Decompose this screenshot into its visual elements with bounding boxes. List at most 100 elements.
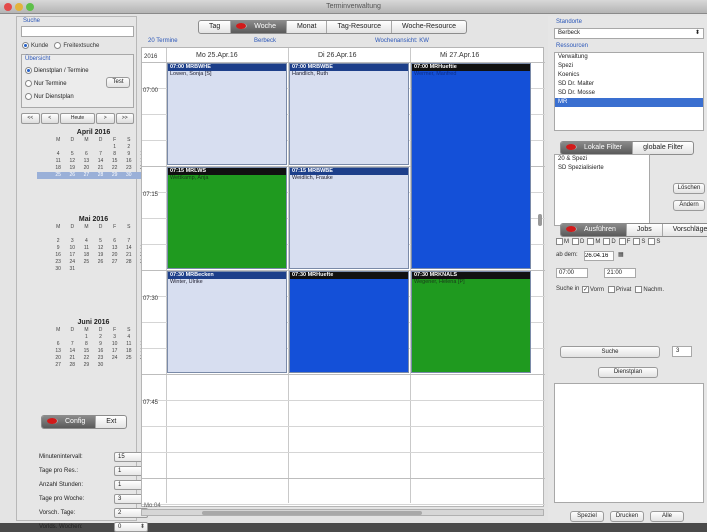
appointment[interactable]: 07:30 MRHuefte [289,271,409,373]
calendar-day[interactable]: 11 [122,341,136,348]
calendar-day[interactable] [65,334,79,341]
calendar-week-row[interactable]: 20212223242526 [37,355,150,362]
calendar-day[interactable]: 9 [94,341,108,348]
calendar-day[interactable]: 10 [108,341,122,348]
calendar-week-row[interactable]: 23242526272829 [37,259,150,266]
calendar-week-row[interactable]: 27 28 29 30 [37,362,150,369]
calendar-week-row[interactable]: 2345678 [37,238,150,245]
calendar-day[interactable]: 16 [94,348,108,355]
resource-item[interactable]: SD Dr. Mosse [555,89,703,98]
date-nav-button[interactable]: < [40,113,59,124]
calendar-day[interactable]: 22 [79,355,93,362]
test-button[interactable]: Test [106,77,130,88]
calendar-day[interactable]: 21 [94,165,108,172]
calendar-day[interactable]: 5 [65,151,79,158]
scrollbar-thumb[interactable] [202,511,422,515]
calendar-day[interactable]: 2 [51,238,65,245]
calendar-day[interactable]: 21 [65,355,79,362]
calendar-day[interactable] [37,266,51,273]
date-nav-button[interactable]: > [96,113,115,124]
calendar-day[interactable]: 12 [94,245,108,252]
calendar-day[interactable]: 13 [108,245,122,252]
calendar-day[interactable] [108,266,122,273]
resource-item[interactable]: MR [555,98,703,107]
calendar-day[interactable]: 12 [65,158,79,165]
calendar-day[interactable]: 24 [108,355,122,362]
calendar-day[interactable] [37,172,52,179]
calendar-day[interactable]: 8 [108,151,122,158]
weekday-checkbox[interactable] [648,238,656,245]
calendar-day[interactable] [37,348,51,355]
filter-tab[interactable]: globale Filter [633,142,693,154]
view-tab[interactable]: Tag-Resource [327,21,393,33]
calendar-day[interactable]: 18 [79,252,93,259]
calendar-day[interactable]: 28 [65,362,79,369]
calendar-day[interactable] [37,238,51,245]
special-button[interactable]: Speziel [570,511,604,522]
calendar-day[interactable]: 28 [93,172,108,179]
calendar-day[interactable] [37,341,51,348]
calendar-day[interactable]: 16 [51,252,65,259]
calendar-day[interactable]: 26 [65,172,80,179]
calendar-day[interactable]: 19 [94,252,108,259]
splitter-handle[interactable] [538,214,542,226]
all-button[interactable]: Alle [650,511,684,522]
weekday-checkbox[interactable] [618,238,626,245]
calendar-day[interactable]: 27 [51,362,65,369]
calendar-day[interactable]: 18 [122,348,136,355]
calendar-day[interactable]: 27 [108,259,122,266]
view-option[interactable]: Nur Termine [25,78,89,91]
view-tab[interactable]: Woche [231,21,287,33]
mode-option[interactable]: Kunde [22,42,48,49]
calendar-day[interactable]: 31 [65,266,79,273]
calendar-day[interactable] [37,362,51,369]
calendar-day[interactable] [122,266,136,273]
calendar-day[interactable]: 1 [79,334,93,341]
calendar-day[interactable] [108,362,122,369]
date-nav-button[interactable]: >> [115,113,134,124]
calendar-day[interactable]: 4 [79,238,93,245]
print-button[interactable]: Drucken [610,511,644,522]
maximize-window-icon[interactable] [26,3,34,11]
radio-icon[interactable] [25,66,32,74]
calendar-day[interactable] [94,231,108,238]
calendar-day[interactable]: 30 [94,362,108,369]
view-tab[interactable]: Monat [287,21,328,33]
search-button[interactable]: Suche [560,346,660,358]
mini-calendar[interactable]: Mai 2016MDMDFSS1234567891011121314151617… [37,215,150,273]
weekday-checkbox[interactable] [603,238,611,245]
calendar-day[interactable]: 3 [65,238,79,245]
calendar-day[interactable] [37,231,51,238]
time-from-select[interactable]: 07:00 [556,268,588,278]
calendar-day[interactable] [37,355,51,362]
date-nav-button[interactable]: << [21,113,40,124]
calendar-day[interactable]: 23 [51,259,65,266]
resource-item[interactable]: Spezi [555,62,703,71]
search-in-checkbox[interactable]: ✓ [582,286,589,293]
calendar-week-row[interactable]: 123 [37,144,150,151]
resource-item[interactable]: Koenics [555,71,703,80]
calendar-day[interactable]: 14 [65,348,79,355]
calendar-week-row[interactable]: 6789101112 [37,341,150,348]
appointment[interactable]: 07:30 MRBecken Winter, Ulrike [167,271,287,373]
calendar-day[interactable] [108,231,122,238]
from-date-input[interactable] [584,251,614,261]
radio-icon[interactable] [25,79,32,87]
calendar-day[interactable]: 16 [122,158,136,165]
weekday-checkbox[interactable] [587,238,595,245]
calendar-day[interactable]: 11 [51,158,65,165]
appointment[interactable]: 07:00 MRBWBE Handlich, Ruth [289,63,409,165]
search-input[interactable] [21,26,134,37]
weekday-checkbox[interactable] [572,238,579,245]
calendar-day[interactable]: 2 [122,144,136,151]
calendar-day[interactable]: 30 [121,172,136,179]
view-tab[interactable]: Woche-Resource [392,21,466,33]
calendar-day[interactable] [37,252,51,259]
filter-item[interactable]: SD Spezialisierte [555,164,649,173]
view-option[interactable]: Nur Dienstplan [25,91,89,104]
calendar-week-row[interactable]: 45678910 [37,151,150,158]
radio-icon[interactable] [25,92,32,100]
calendar-day[interactable]: 4 [122,334,136,341]
calendar-day[interactable]: 20 [108,252,122,259]
dienstplan-list[interactable] [554,383,704,503]
